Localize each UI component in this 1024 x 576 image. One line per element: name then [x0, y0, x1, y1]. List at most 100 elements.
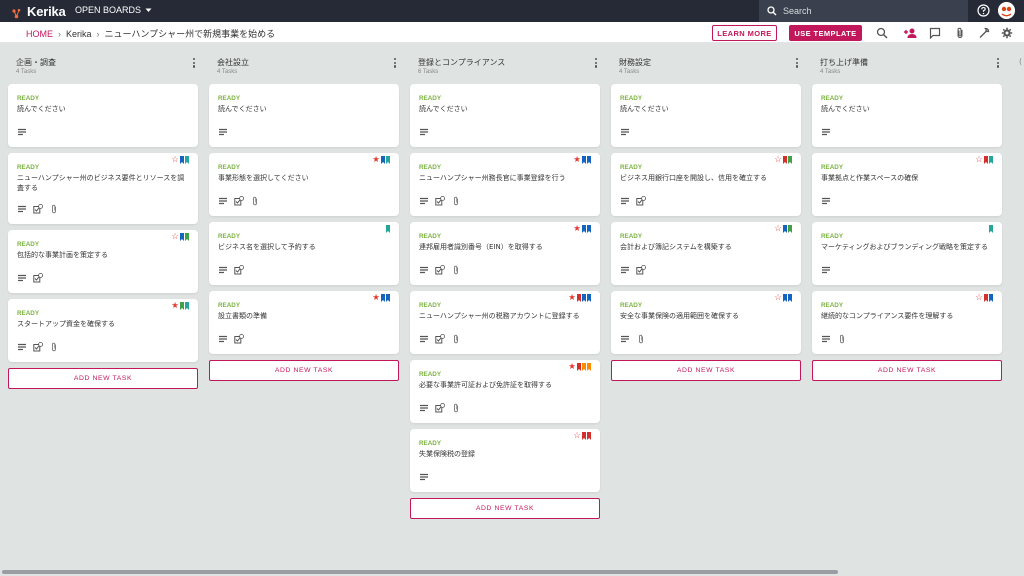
task-card[interactable]: ★ READY 設立書類の準備 [209, 291, 399, 354]
star-filled-icon[interactable]: ★ [372, 156, 380, 165]
task-card[interactable]: ☆ READY 失業保険税の登録 [410, 429, 600, 492]
column-menu-icon[interactable] [794, 58, 800, 70]
task-card[interactable]: ☆ READY 事業拠点と作業スペースの確保 [812, 153, 1002, 216]
task-indicators [620, 265, 646, 275]
wrench-icon[interactable] [978, 27, 990, 39]
star-outline-icon[interactable]: ☆ [774, 294, 782, 303]
description-icon [219, 197, 227, 205]
task-card[interactable]: ★ READY 必要な事業許可証および免許証を取得する [410, 360, 600, 423]
task-card[interactable]: ★ READY 連邦雇用者識別番号（EIN）を取得する [410, 222, 600, 285]
star-filled-icon[interactable]: ★ [372, 294, 380, 303]
learn-more-button[interactable]: LEARN MORE [712, 25, 777, 41]
column-menu-icon[interactable] [191, 58, 197, 70]
star-outline-icon[interactable]: ☆ [774, 156, 782, 165]
task-status: READY [419, 440, 442, 447]
task-status: READY [821, 164, 844, 171]
board-column: 財務設定 4 Tasks READY 読んでください ☆ READY ビジネス用銀行口座を開… [611, 43, 801, 381]
task-card[interactable]: READY 読んでください [410, 84, 600, 147]
open-boards-menu[interactable]: OPEN BOARDS [75, 5, 152, 15]
task-card[interactable]: ★ READY スタートアップ資金を確保する [8, 299, 198, 362]
column-header: 登録とコンプライアンス 6 Tasks [410, 43, 600, 76]
board-column: 打ち上げ準備 4 Tasks READY 読んでください ☆ READY 事業拠点と作業スペ… [812, 43, 1002, 381]
task-status: READY [620, 302, 643, 309]
task-card[interactable]: READY 読んでください [611, 84, 801, 147]
column-menu-icon[interactable] [593, 58, 599, 70]
task-card[interactable]: ☆ READY ビジネス用銀行口座を開設し、信用を確立する [611, 153, 801, 216]
add-new-task-button[interactable]: ADD NEW TASK [410, 498, 600, 519]
task-card[interactable]: ☆ READY 安全な事業保険の適用範囲を確保する [611, 291, 801, 354]
task-indicators [821, 334, 847, 344]
star-filled-icon[interactable]: ★ [568, 363, 576, 372]
bookmark-orange-icon [587, 363, 591, 371]
task-indicators [218, 265, 244, 275]
bookmark-blue-icon [582, 156, 586, 164]
star-filled-icon[interactable]: ★ [568, 294, 576, 303]
column-menu-icon[interactable] [392, 58, 398, 70]
breadcrumb-home[interactable]: HOME [26, 29, 53, 39]
star-outline-icon[interactable]: ☆ [171, 233, 179, 242]
column-task-count: 4 Tasks [820, 69, 841, 75]
checklist-icon [435, 196, 445, 206]
task-card[interactable]: READY マーケティングおよびブランディング戦略を策定する [812, 222, 1002, 285]
task-title: 読んでください [821, 105, 870, 113]
star-filled-icon[interactable]: ★ [573, 156, 581, 165]
use-template-button[interactable]: USE TEMPLATE [789, 25, 862, 41]
help-icon[interactable] [977, 4, 990, 17]
task-status: READY [419, 233, 442, 240]
star-filled-icon[interactable]: ★ [573, 225, 581, 234]
add-person-icon[interactable] [903, 27, 917, 39]
task-indicators [821, 127, 831, 137]
task-card[interactable]: ★ READY 事業形態を選択してください [209, 153, 399, 216]
task-card[interactable]: ☆ READY ニューハンプシャー州のビジネス要件とリソースを調査する [8, 153, 198, 224]
description-icon [420, 473, 428, 481]
search-box[interactable] [759, 0, 968, 22]
task-title: 読んでください [419, 105, 468, 113]
star-outline-icon[interactable]: ☆ [975, 294, 983, 303]
task-board: 企画・調査 4 Tasks READY 読んでください ☆ READY ニューハンプシャー州… [0, 43, 1024, 568]
task-card[interactable]: ☆ READY 会計および簿記システムを構築する [611, 222, 801, 285]
column-header: 財務設定 4 Tasks [611, 43, 801, 76]
task-card[interactable]: READY 読んでください [209, 84, 399, 147]
add-new-task-button[interactable]: ADD NEW TASK [209, 360, 399, 381]
column-title: 企画・調査 [16, 58, 56, 67]
attachment-icon[interactable] [954, 27, 966, 39]
bookmark-red-icon [582, 432, 586, 440]
kerika-logo-icon [10, 5, 23, 18]
card-markers: ☆ [774, 156, 792, 164]
star-outline-icon[interactable]: ☆ [573, 432, 581, 441]
user-avatar[interactable] [998, 2, 1015, 19]
search-input[interactable] [783, 6, 953, 16]
task-indicators [620, 334, 646, 344]
board-column: 登録とコンプライアンス 6 Tasks READY 読んでください ★ READY ニューハ… [410, 43, 600, 519]
star-outline-icon[interactable]: ☆ [975, 156, 983, 165]
task-card[interactable]: ★ READY ニューハンプシャー州務長官に事業登録を行う [410, 153, 600, 216]
kerika-logo[interactable]: Kerika [10, 3, 66, 19]
bookmark-blue-icon [788, 294, 792, 302]
column-task-count: 4 Tasks [16, 69, 37, 75]
search-icon[interactable] [876, 27, 888, 39]
star-filled-icon[interactable]: ★ [171, 302, 179, 311]
description-icon [420, 266, 428, 274]
task-card[interactable]: READY 読んでください [8, 84, 198, 147]
breadcrumb-org[interactable]: Kerika [66, 29, 92, 39]
horizontal-scrollbar[interactable] [0, 568, 1024, 576]
bookmark-blue-icon [989, 294, 993, 302]
task-card[interactable]: READY ビジネス名を選択して予約する [209, 222, 399, 285]
add-new-task-button[interactable]: ADD NEW TASK [812, 360, 1002, 381]
task-card[interactable]: ☆ READY 包括的な事業計画を策定する [8, 230, 198, 293]
description-icon [420, 335, 428, 343]
star-outline-icon[interactable]: ☆ [171, 156, 179, 165]
gear-icon[interactable] [1001, 27, 1013, 39]
add-new-task-button[interactable]: ADD NEW TASK [611, 360, 801, 381]
task-card[interactable]: ★ READY ニューハンプシャー州の税務アカウントに登録する [410, 291, 600, 354]
task-title: マーケティングおよびブランディング戦略を策定する [821, 243, 988, 251]
task-card[interactable]: READY 読んでください [812, 84, 1002, 147]
add-new-task-button[interactable]: ADD NEW TASK [8, 368, 198, 389]
star-outline-icon[interactable]: ☆ [774, 225, 782, 234]
chat-icon[interactable] [929, 27, 941, 39]
column-menu-icon[interactable] [995, 58, 1001, 70]
scrollbar-thumb[interactable] [2, 570, 838, 574]
task-card[interactable]: ☆ READY 継続的なコンプライアンス要件を理解する [812, 291, 1002, 354]
column-title: 財務設定 [619, 58, 651, 67]
bookmark-orange-icon [582, 363, 586, 371]
